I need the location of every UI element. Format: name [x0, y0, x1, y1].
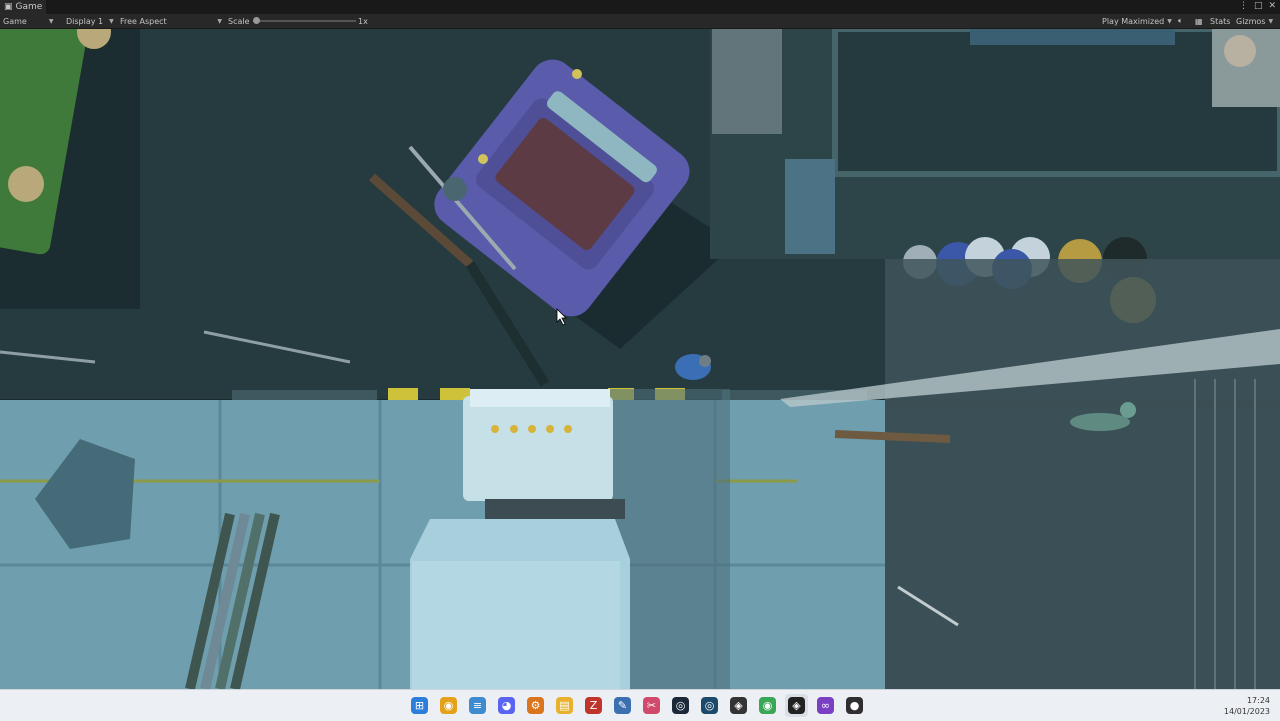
windows-start-icon: ⊞ — [411, 697, 428, 714]
taskbar-item[interactable]: ⊞ — [408, 694, 431, 717]
settings-gear-icon: ⚙ — [527, 697, 544, 714]
filezilla-icon: Z — [585, 697, 602, 714]
stats-button[interactable]: Stats — [1210, 15, 1230, 27]
game-viewport[interactable] — [0, 29, 1280, 689]
taskbar-item[interactable]: ⚙ — [524, 694, 547, 717]
taskbar-apps: ⊞ ◉ ≡ ◕ ⚙ ▤ Z ✎ ✂ ◎ ◎ ◈ ◉ ◈ ∞ ● — [408, 694, 866, 717]
parked-green-car — [0, 29, 140, 309]
clock-time: 17:24 — [1246, 696, 1270, 705]
file-explorer-icon: ▤ — [556, 697, 573, 714]
chrome-icon: ◉ — [440, 697, 457, 714]
maximize-icon[interactable]: □ — [1254, 1, 1263, 11]
taskbar-item[interactable]: ◎ — [698, 694, 721, 717]
grid-icon[interactable]: ▦ — [1195, 15, 1203, 27]
play-mode-dropdown[interactable]: Play Maximized ▼ — [1102, 15, 1172, 27]
taskbar-item[interactable]: ● — [843, 694, 866, 717]
obs-icon: ● — [846, 697, 863, 714]
taskbar-item[interactable]: Z — [582, 694, 605, 717]
gizmos-button[interactable]: Gizmos ▼ — [1236, 15, 1273, 27]
chevron-down-icon: ▼ — [1268, 17, 1274, 25]
tab-game[interactable]: ▣ Game — [0, 0, 46, 14]
game-view-toolbar: Game ▼ Display 1 ▼ Free Aspect ▼ Scale 1… — [0, 14, 1280, 29]
visual-studio-icon: ∞ — [817, 697, 834, 714]
taskbar-item[interactable]: ◎ — [669, 694, 692, 717]
taskbar-item[interactable]: ◈ — [785, 694, 808, 717]
unity-hub-icon: ◈ — [730, 697, 747, 714]
chevron-down-icon: ▼ — [1167, 17, 1172, 25]
snipping-tool-icon: ✂ — [643, 697, 660, 714]
play-mode-label: Play Maximized — [1102, 16, 1165, 26]
gamepad-icon: ▣ — [4, 2, 13, 12]
gizmos-label: Gizmos — [1236, 16, 1266, 26]
system-clock[interactable]: 17:24 14/01/2023 — [1224, 695, 1270, 717]
display-dropdown[interactable]: Display 1 ▼ — [66, 15, 114, 27]
shadowed-yard — [885, 259, 1280, 689]
tab-game-label: Game — [15, 2, 43, 12]
mode-dropdown[interactable]: Game ▼ — [3, 15, 58, 27]
editor-tab-bar: ▣ Game ⋮ □ ✕ — [0, 0, 1280, 14]
scale-slider-track[interactable] — [256, 20, 356, 22]
player-character — [675, 354, 711, 380]
aspect-dropdown-label: Free Aspect — [120, 16, 167, 26]
menu-dots-icon[interactable]: ⋮ — [1239, 1, 1248, 11]
taskbar-item[interactable]: ✎ — [611, 694, 634, 717]
discord-icon: ◕ — [498, 697, 515, 714]
steam-icon: ◎ — [672, 697, 689, 714]
mode-dropdown-label: Game — [3, 16, 27, 26]
taskbar-item[interactable]: ◉ — [437, 694, 460, 717]
taskbar-item[interactable]: ≡ — [466, 694, 489, 717]
taskbar-item[interactable]: ◈ — [727, 694, 750, 717]
window-controls: ⋮ □ ✕ — [1239, 1, 1276, 11]
scale-value: 1x — [358, 16, 368, 26]
display-dropdown-label: Display 1 — [66, 16, 104, 26]
aspect-dropdown[interactable]: Free Aspect ▼ — [120, 15, 222, 27]
paint-icon: ✎ — [614, 697, 631, 714]
building-roof — [710, 29, 1280, 259]
taskbar-item[interactable]: ▤ — [553, 694, 576, 717]
game-scene — [0, 29, 1280, 689]
clock-date: 14/01/2023 — [1223, 707, 1270, 716]
unity-icon: ◈ — [788, 697, 805, 714]
close-icon[interactable]: ✕ — [1268, 1, 1276, 11]
taskbar-item[interactable]: ◉ — [756, 694, 779, 717]
chrome-badge-icon: ◉ — [759, 697, 776, 714]
os-taskbar: ⊞ ◉ ≡ ◕ ⚙ ▤ Z ✎ ✂ ◎ ◎ ◈ ◉ ◈ ∞ ● 17:24 14/01/2023 — [0, 689, 1280, 721]
scale-slider-handle[interactable] — [253, 17, 260, 24]
chevron-down-icon: ▼ — [217, 17, 222, 25]
chevron-down-icon: ▼ — [48, 17, 54, 25]
pipe — [834, 430, 951, 443]
steam-alt-icon: ◎ — [701, 697, 718, 714]
taskbar-item[interactable]: ✂ — [640, 694, 663, 717]
notepad-icon: ≡ — [469, 697, 486, 714]
chevron-down-icon: ▼ — [109, 17, 114, 25]
speaker-icon[interactable]: 🔈︎ — [1178, 15, 1183, 27]
taskbar-item[interactable]: ◕ — [495, 694, 518, 717]
scale-label: Scale — [228, 16, 250, 26]
taskbar-item[interactable]: ∞ — [814, 694, 837, 717]
